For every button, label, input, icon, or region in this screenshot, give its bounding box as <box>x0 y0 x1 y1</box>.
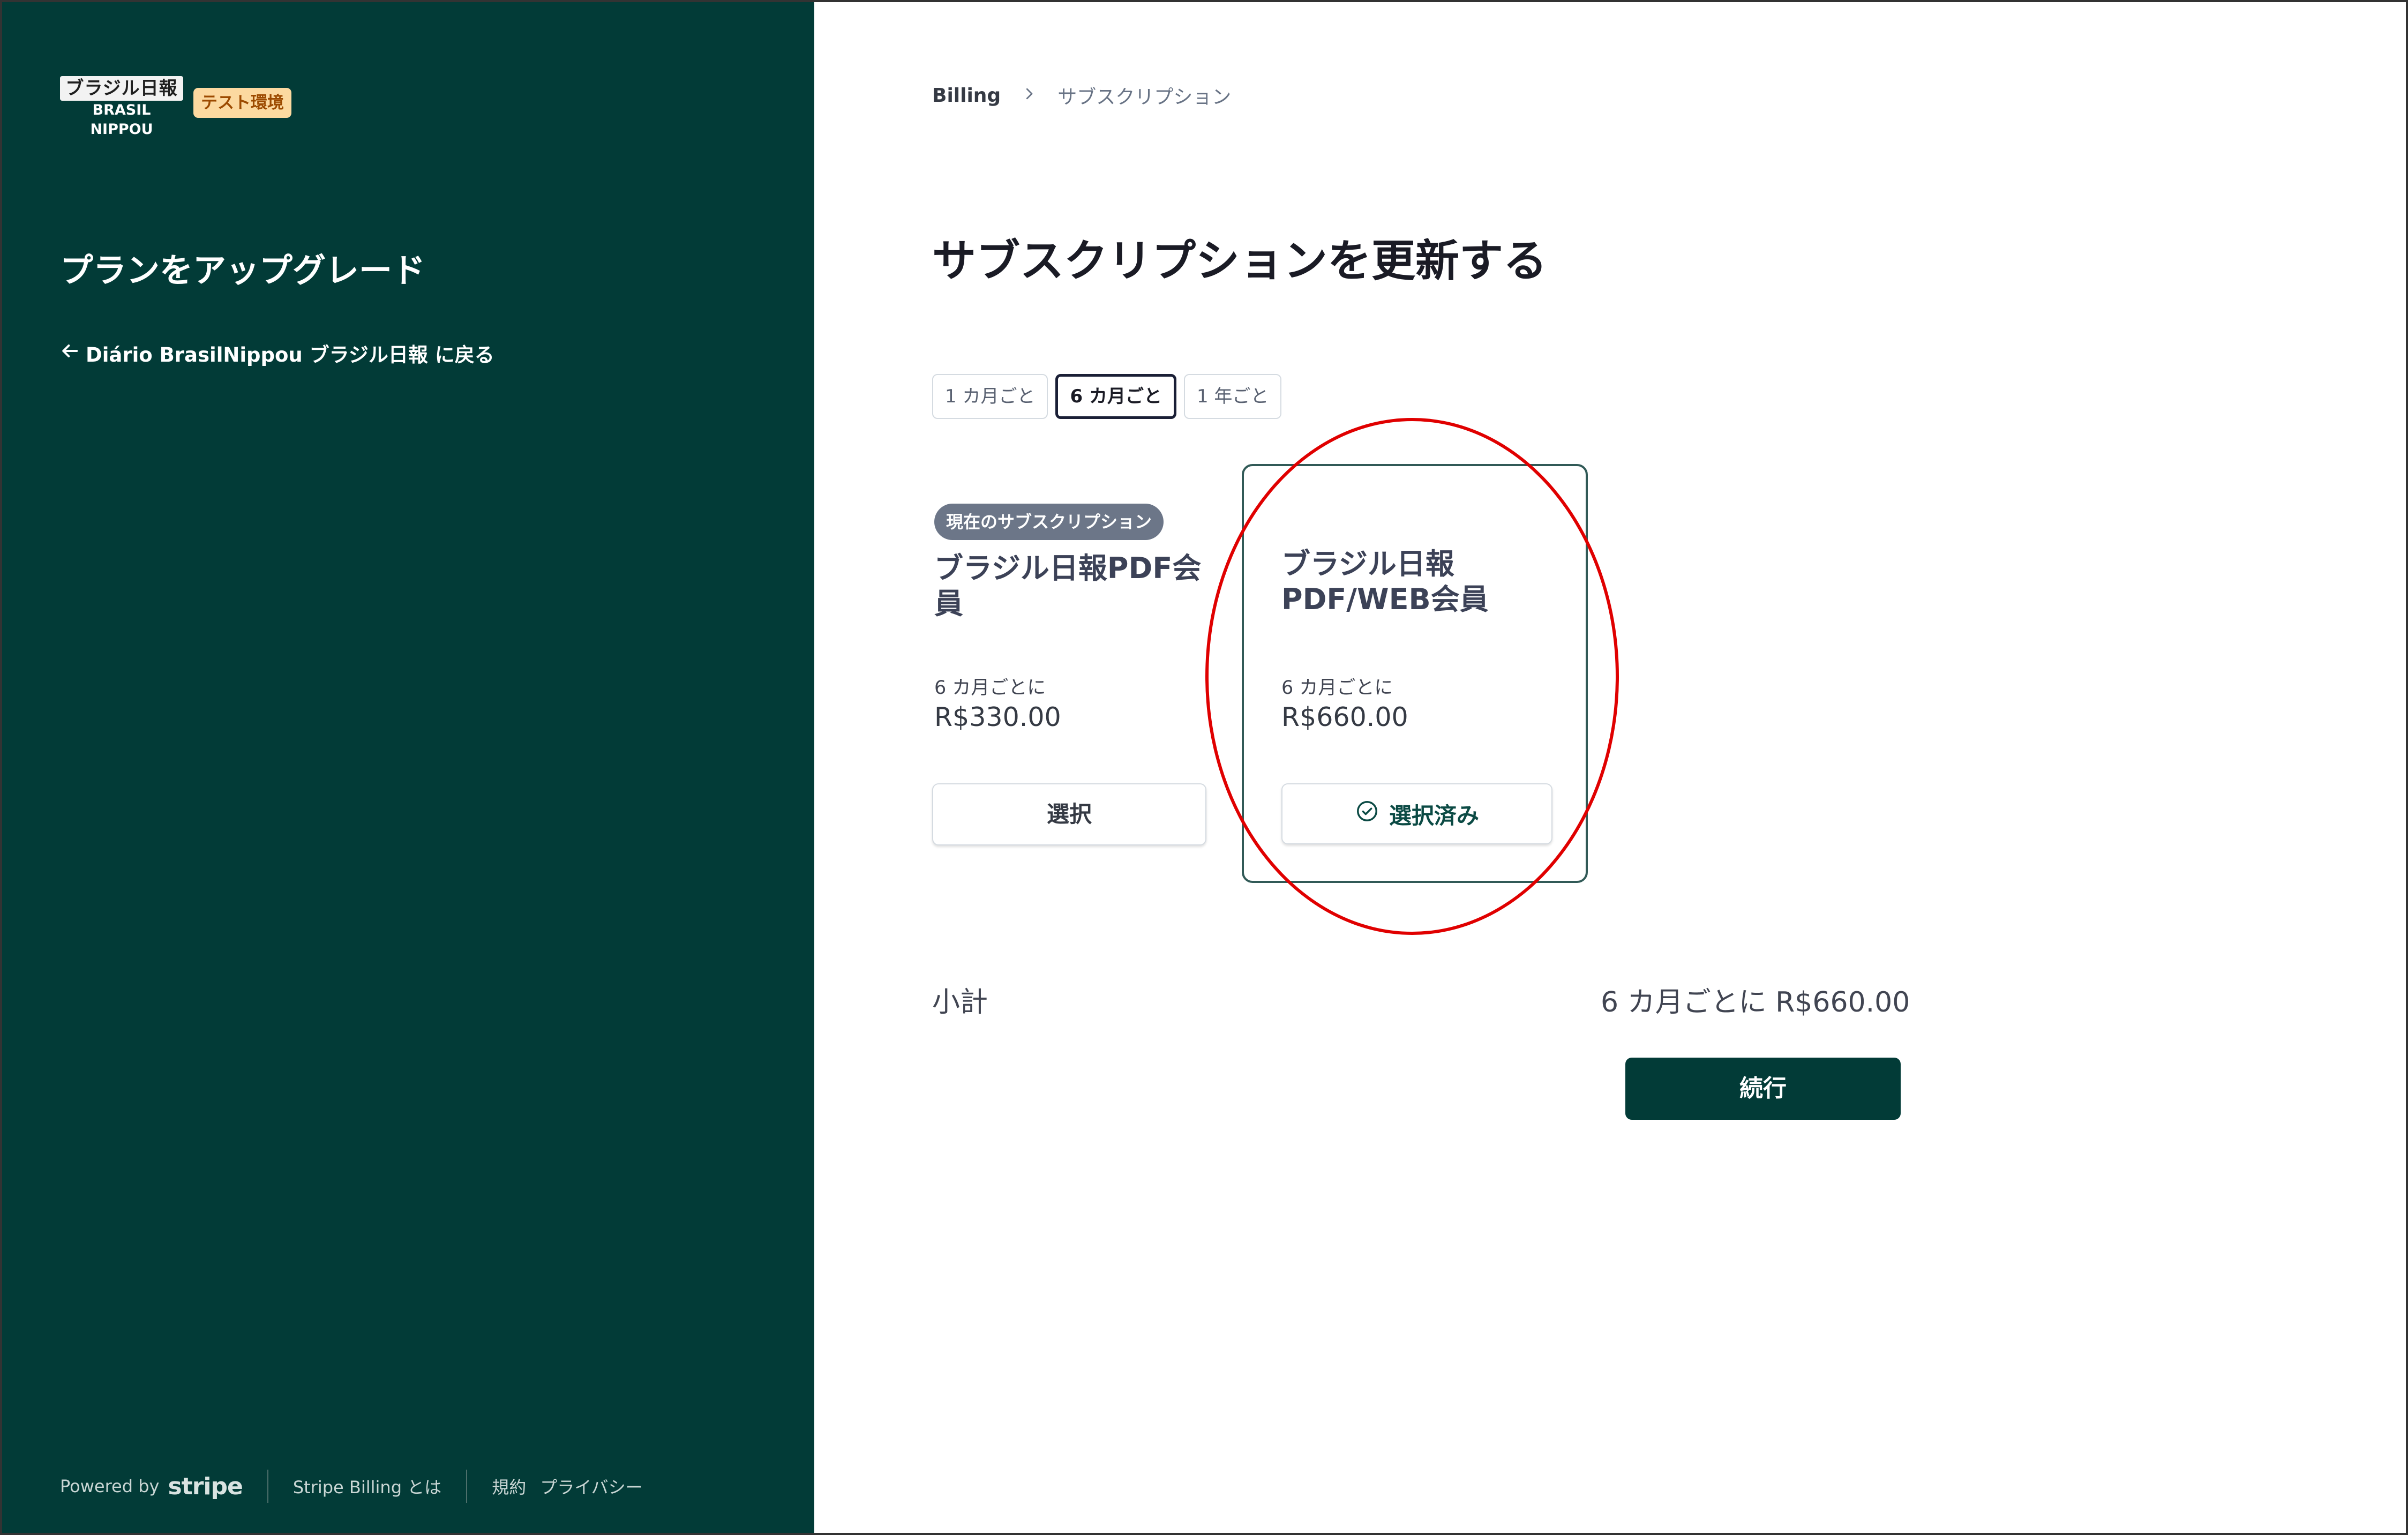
plan-interval: 6 カ月ごとに <box>1281 677 1393 699</box>
footer-links: 規約 プライバシー <box>492 1474 642 1499</box>
tab-1-month[interactable]: 1 カ月ごと <box>932 374 1048 419</box>
selected-button-label: 選択済み <box>1389 802 1479 829</box>
select-button[interactable]: 選択 <box>932 783 1206 845</box>
arrow-left-icon <box>59 340 80 366</box>
selected-button[interactable]: 選択済み <box>1281 783 1552 844</box>
check-circle-icon <box>1355 799 1379 829</box>
footer-divider <box>466 1470 468 1503</box>
breadcrumb-subscription: サブスクリプション <box>1057 86 1232 108</box>
terms-link[interactable]: 規約 <box>492 1474 526 1499</box>
sidebar-footer: Powered by stripe Stripe Billing とは 規約 プ… <box>60 1470 643 1503</box>
plan-card-pdf: 現在のサブスクリプション ブラジル日報PDF会員 6 カ月ごとに R$330.0… <box>932 504 1211 847</box>
plan-price: R$660.00 <box>1281 702 1408 732</box>
powered-by-label: Powered by <box>60 1476 160 1496</box>
plan-name: ブラジル日報 PDF/WEB会員 <box>1281 547 1489 616</box>
tab-1-year[interactable]: 1 年ごと <box>1183 374 1282 419</box>
powered-by-stripe[interactable]: Powered by stripe <box>60 1473 243 1500</box>
logo-line-1: ブラジル日報 <box>60 76 183 101</box>
brand-logo[interactable]: ブラジル日報 BRASIL NIPPOU <box>60 76 183 138</box>
back-link[interactable]: Diário BrasilNippou ブラジル日報 に戻る <box>59 339 494 368</box>
footer-divider <box>267 1470 268 1503</box>
chevron-right-icon <box>1021 85 1037 107</box>
breadcrumb-billing[interactable]: Billing <box>932 85 1001 107</box>
billing-interval-tabs: 1 カ月ごと 6 カ月ごと 1 年ごと <box>932 374 1282 419</box>
logo-line-2: BRASIL NIPPOU <box>90 102 153 138</box>
tab-6-months[interactable]: 6 カ月ごと <box>1055 374 1176 419</box>
test-environment-badge: テスト環境 <box>193 88 291 118</box>
plan-interval: 6 カ月ごとに <box>934 677 1046 699</box>
continue-button[interactable]: 続行 <box>1625 1058 1901 1120</box>
back-link-label: Diário BrasilNippou ブラジル日報 に戻る <box>86 343 494 366</box>
plan-card-pdf-web[interactable]: ブラジル日報 PDF/WEB会員 6 カ月ごとに R$660.00 選択済み <box>1242 464 1588 883</box>
sidebar: ブラジル日報 BRASIL NIPPOU テスト環境 プランをアップグレード D… <box>2 2 814 1533</box>
plan-name: ブラジル日報PDF会員 <box>934 551 1202 620</box>
sidebar-title: プランをアップグレード <box>60 251 426 290</box>
current-subscription-badge: 現在のサブスクリプション <box>934 504 1164 540</box>
breadcrumb: Billing サブスクリプション <box>932 81 1231 109</box>
stripe-billing-link[interactable]: Stripe Billing とは <box>293 1474 441 1499</box>
subtotal-label: 小計 <box>932 986 988 1019</box>
stripe-logo: stripe <box>168 1472 243 1500</box>
subtotal-value: 6 カ月ごとに R$660.00 <box>1601 986 1910 1019</box>
privacy-link[interactable]: プライバシー <box>540 1474 642 1499</box>
page-title: サブスクリプションを更新する <box>932 236 1548 287</box>
plan-price: R$330.00 <box>934 702 1061 732</box>
